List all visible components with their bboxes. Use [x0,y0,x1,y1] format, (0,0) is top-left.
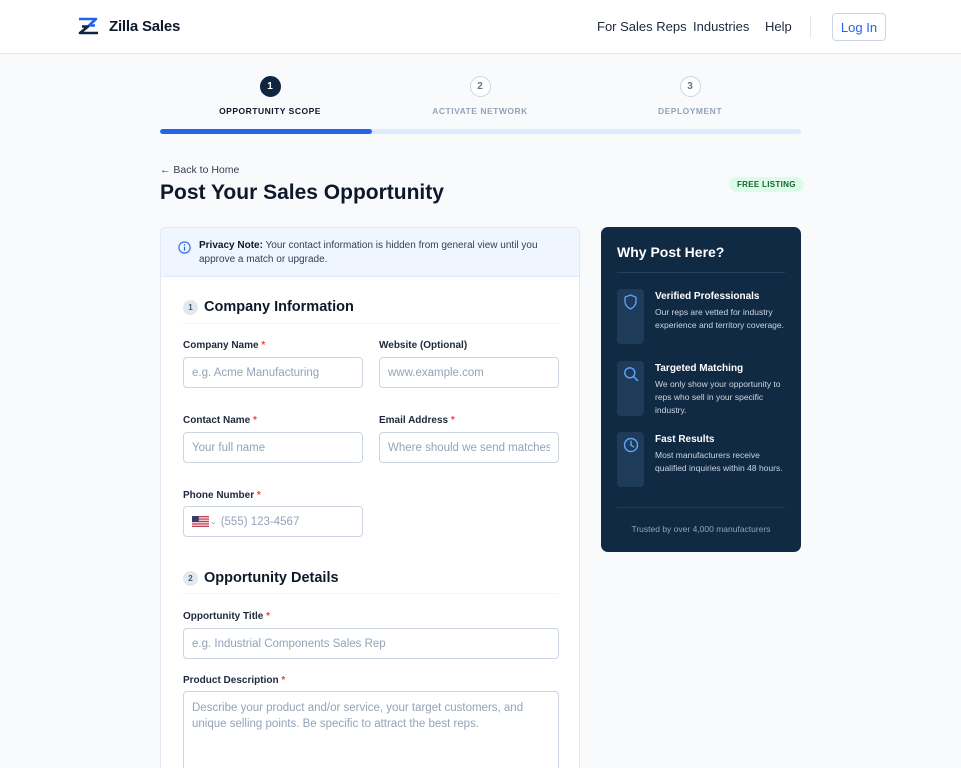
section-divider [183,593,559,594]
brand-logo-link[interactable]: Zilla Sales [78,17,180,35]
search-icon [617,361,644,416]
country-code-select[interactable]: ⌄ [184,507,217,536]
product-description-label: Product Description * [183,675,286,686]
step-label: ACTIVATE NETWORK [432,106,528,116]
contact-name-input[interactable] [183,432,363,463]
benefit-title: Fast Results [655,434,715,445]
website-input[interactable] [379,357,559,388]
sidebar-footer-divider [617,507,785,508]
section-company-information: 1 Company Information [183,299,354,315]
brand-name: Zilla Sales [109,17,181,35]
step-label: DEPLOYMENT [657,106,723,116]
back-to-home-link[interactable]: ← Back to Home [160,164,239,176]
step-number: 1 [259,76,281,97]
chevron-down-icon: ⌄ [210,517,217,526]
sidebar-title: Why Post Here? [617,244,725,260]
login-button[interactable]: Log In [832,13,886,41]
phone-number-input[interactable] [216,507,357,536]
step-opportunity-scope: 1 OPPORTUNITY SCOPE [190,76,350,116]
step-activate-network: 2 ACTIVATE NETWORK [400,76,560,116]
opportunity-form: Privacy Note: Your contact information i… [160,227,580,768]
product-description-textarea[interactable] [183,691,559,768]
info-icon [178,241,191,259]
benefit-description: Our reps are vetted for industry experie… [655,307,784,330]
why-post-here-card: Why Post Here? Verified Professionals Ou… [601,227,801,552]
us-flag-icon [192,516,209,527]
section-number: 1 [183,299,198,315]
section-title: Company Information [204,299,354,315]
nav-link-help[interactable]: Help [765,19,792,34]
section-title: Opportunity Details [204,570,339,586]
section-number: 2 [183,570,198,586]
benefit-title: Verified Professionals [655,291,760,302]
clock-icon [617,432,644,487]
free-listing-badge: FREE LISTING [729,177,804,192]
benefit-description: Most manufacturers receive qualified inq… [655,450,783,473]
phone-number-label: Phone Number * [183,490,261,501]
step-deployment: 3 DEPLOYMENT [610,76,770,116]
website-label: Website (Optional) [379,340,468,351]
nav-link-industries[interactable]: Industries [693,19,749,34]
sidebar-footer-text: Trusted by over 4,000 manufacturers [631,524,771,534]
email-address-input[interactable] [379,432,559,463]
privacy-note: Privacy Note: Your contact information i… [161,228,579,277]
progress-bar [160,129,801,134]
nav-divider [810,16,811,38]
company-name-input[interactable] [183,357,363,388]
sidebar-divider [617,272,785,273]
step-label: OPPORTUNITY SCOPE [219,106,321,116]
top-navbar: Zilla Sales For Sales Reps Industries He… [0,0,961,54]
phone-number-field: ⌄ [183,506,363,537]
opportunity-title-label: Opportunity Title * [183,611,271,622]
email-address-label: Email Address * [379,415,455,426]
shield-icon [617,289,644,344]
step-number: 3 [679,76,701,97]
opportunity-title-input[interactable] [183,628,559,659]
zilla-logo-icon [78,17,99,35]
benefit-description: We only show your opportunity to reps wh… [655,379,781,415]
contact-name-label: Contact Name * [183,415,257,426]
benefit-title: Targeted Matching [655,363,744,374]
company-name-label: Company Name * [183,340,266,351]
progress-bar-fill [160,129,372,134]
section-divider [183,323,559,324]
step-number: 2 [469,76,491,97]
nav-link-for-sales-reps[interactable]: For Sales Reps [597,19,687,34]
page-title: Post Your Sales Opportunity [160,181,444,204]
privacy-note-text: Privacy Note: Your contact information i… [199,239,559,267]
section-opportunity-details: 2 Opportunity Details [183,570,339,586]
privacy-note-label: Privacy Note: [199,240,263,251]
